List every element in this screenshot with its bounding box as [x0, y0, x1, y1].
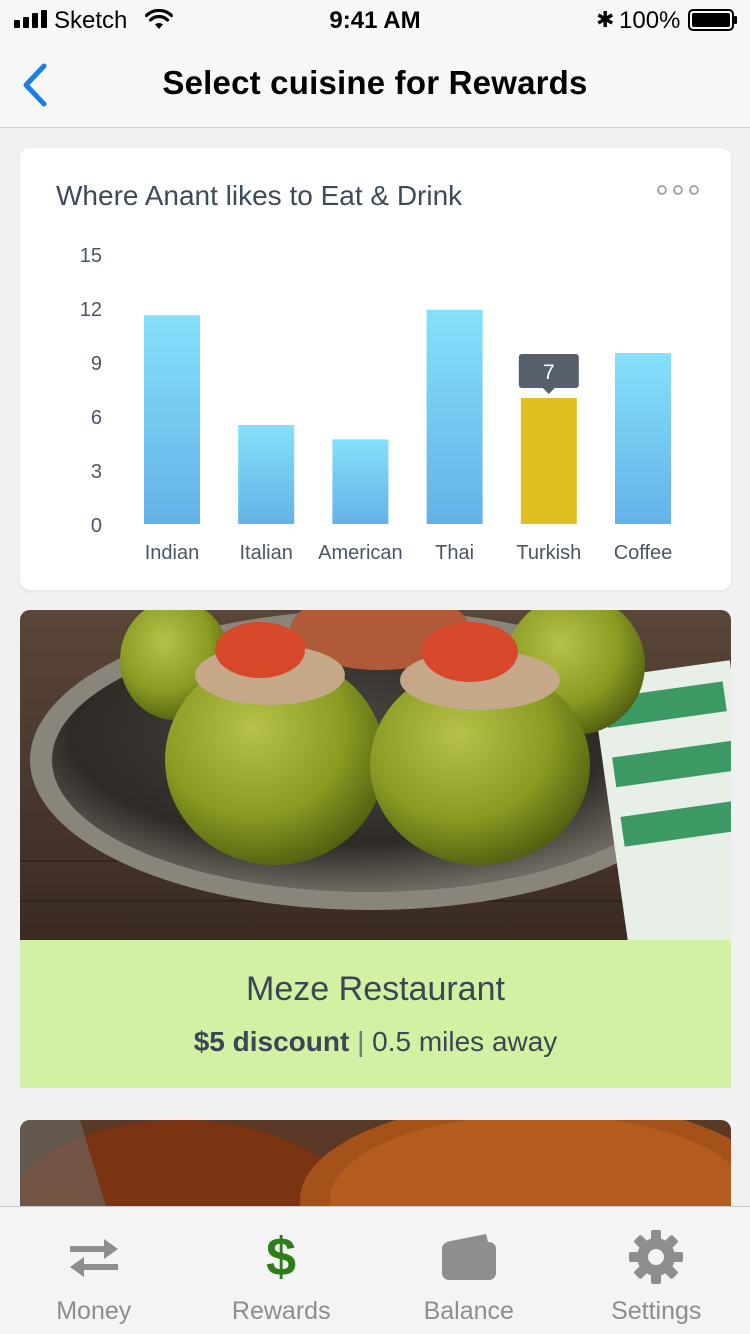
x-tick-label: Indian: [145, 542, 200, 564]
transfer-arrows-icon: [69, 1239, 118, 1277]
y-tick-label: 0: [91, 515, 102, 537]
svg-text:$: $: [266, 1229, 296, 1285]
tab-label: Money: [56, 1297, 132, 1325]
bluetooth-icon: ✱: [596, 7, 615, 32]
meta-separator: |: [357, 1026, 365, 1057]
bar-american[interactable]: [332, 439, 389, 524]
back-button[interactable]: [12, 58, 58, 112]
restaurant-meta: $5 discount | 0.5 miles away: [20, 1026, 731, 1058]
wallet-icon: [441, 1234, 496, 1280]
next-restaurant-photo: [20, 1120, 731, 1220]
tab-bar: Money $ Rewards Balance Settings: [0, 1206, 750, 1334]
dollar-icon: $: [266, 1229, 296, 1285]
y-tick-label: 9: [91, 353, 102, 375]
tab-settings[interactable]: Settings: [563, 1207, 750, 1334]
top-bar: Sketch 9:41 AM ✱ 100% Select cuisine for…: [0, 0, 750, 128]
x-tick-label: Thai: [435, 542, 474, 564]
tooltip-value: 7: [543, 361, 555, 384]
x-tick-label: American: [318, 542, 402, 564]
gear-icon: [629, 1230, 684, 1284]
distance-label: 0.5 miles away: [372, 1026, 558, 1057]
status-bar: Sketch 9:41 AM ✱ 100%: [0, 0, 750, 40]
chevron-left-icon: [23, 63, 47, 107]
bar-indian[interactable]: [144, 315, 200, 524]
battery-icon: [688, 9, 737, 31]
cuisine-bar-chart: 15 12 9 6 3 0 Indian Italian American Thai Turkish…: [80, 245, 673, 564]
more-options-icon[interactable]: [656, 182, 700, 198]
battery-percent: 100%: [619, 7, 681, 34]
bar-coffee[interactable]: [615, 353, 671, 524]
bar-turkish[interactable]: [520, 398, 577, 524]
bar-thai[interactable]: [426, 309, 483, 524]
x-tick-label: Italian: [240, 542, 293, 564]
chart-title: Where Anant likes to Eat & Drink: [56, 180, 463, 211]
restaurant-name: Meze Restaurant: [246, 970, 505, 1008]
cuisine-chart-card: 15 12 9 6 3 0 Indian Italian American Thai Turkish…: [20, 148, 731, 590]
tab-rewards[interactable]: $ Rewards: [188, 1207, 376, 1334]
tab-label: Settings: [611, 1297, 702, 1325]
x-tick-label: Turkish: [516, 542, 581, 564]
y-tick-label: 3: [91, 461, 102, 483]
next-restaurant-card[interactable]: [20, 1120, 731, 1220]
value-tooltip: 7: [518, 354, 579, 394]
y-tick-label: 6: [91, 407, 102, 429]
y-tick-label: 15: [80, 245, 102, 267]
tab-label: Rewards: [231, 1297, 331, 1325]
restaurant-card[interactable]: Meze Restaurant $5 discount | 0.5 miles …: [20, 610, 731, 1088]
page-title: Select cuisine for Rewards: [162, 64, 588, 101]
y-tick-label: 12: [80, 299, 102, 321]
restaurant-photo: [20, 610, 731, 940]
discount-label: $5 discount: [193, 1026, 350, 1057]
tab-money[interactable]: Money: [0, 1207, 188, 1334]
tab-label: Balance: [423, 1297, 514, 1325]
x-tick-label: Coffee: [614, 542, 673, 564]
bar-italian[interactable]: [238, 425, 295, 524]
tab-balance[interactable]: Balance: [375, 1207, 563, 1334]
